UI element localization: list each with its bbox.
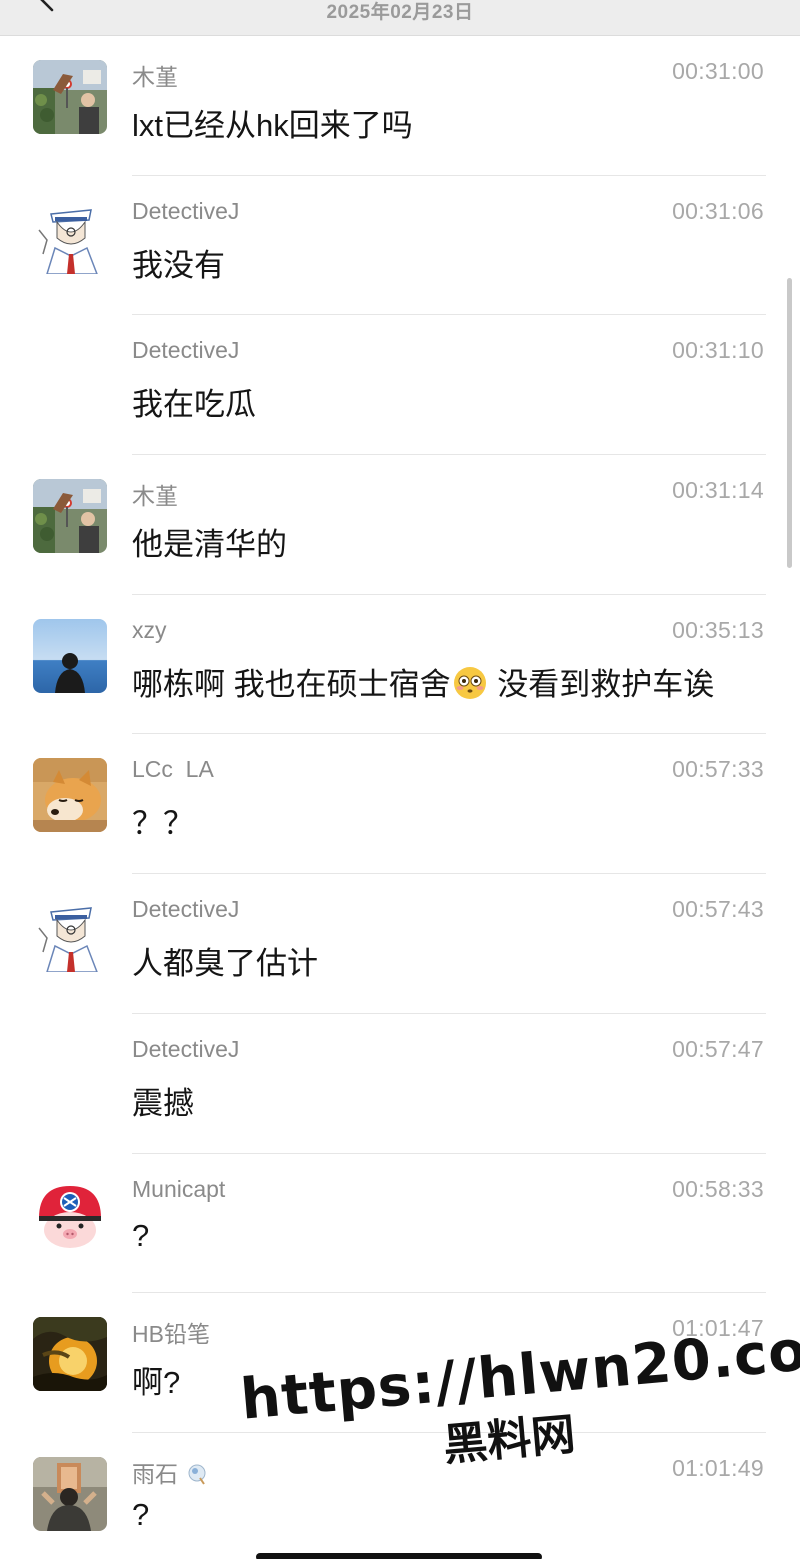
top-bar: 2025年02月23日 [0,0,800,36]
message-time: 00:31:10 [672,337,764,364]
sender-name: xzy [132,616,167,643]
message-text: 人都臭了估计 [132,946,318,982]
list-item[interactable]: DetectiveJ 00:31:06 我没有 [0,176,800,316]
list-item[interactable]: 木堇 00:31:00 lxt已经从hk回来了吗 [0,36,800,176]
message-text: 震撼 [132,1085,194,1121]
message-time: 00:57:47 [672,1035,764,1062]
chat-date: 2025年02月23日 [326,2,474,23]
list-item[interactable]: DetectiveJ 00:31:10 我在吃瓜 [0,315,800,456]
sender-name: LCc LA [132,756,214,783]
flushed-face-emoji [453,666,486,699]
sender-name: DetectiveJ [132,1035,240,1062]
sender-name: 雨石 [132,1455,210,1489]
message-text-part: 没看到救护车诶 [488,666,715,702]
list-item[interactable]: DetectiveJ 00:57:47 震撼 [0,1014,800,1154]
list-item[interactable]: LCc LA 00:57:33 ？？ [0,734,800,875]
message-text: 我没有 [132,247,225,283]
sender-name: 木堇 [132,483,178,510]
sender-name: HB铅笔 [132,1321,210,1348]
message-time: 00:35:13 [672,616,764,643]
blue-orb-icon [188,1464,206,1485]
message-time: 00:31:14 [672,477,764,504]
message-text: ? [132,1217,150,1253]
anime-detective-avatar[interactable] [33,898,107,973]
message-time: 00:31:00 [672,58,764,84]
message-text: 哪栋啊 我也在硕士宿舍 没看到救护车诶 [132,659,714,704]
message-time: 00:31:06 [672,197,764,224]
message-time: 00:58:33 [672,1175,764,1202]
message-time: 00:57:43 [672,896,764,923]
message-time: 00:57:33 [672,756,764,783]
list-item[interactable]: 木堇 00:31:14 他是清华的 [0,455,800,595]
list-item[interactable]: HB铅笔 01:01:47 啊? [0,1293,800,1433]
sender-name: Municapt [132,1175,226,1202]
sunset-tree-avatar[interactable] [33,1317,107,1392]
list-item[interactable]: Municapt 00:58:33 ? [0,1154,800,1294]
photo-avatar-mujin[interactable] [33,479,107,554]
sender-name: DetectiveJ [132,896,240,923]
scrollbar[interactable] [787,278,792,568]
anime-detective-avatar[interactable] [33,199,107,274]
message-text: lxt已经从hk回来了吗 [132,108,413,143]
message-list[interactable]: 木堇 00:31:00 lxt已经从hk回来了吗 DetectiveJ 00:3… [0,36,800,1559]
message-text: ？？ [132,806,194,842]
message-text: ? [132,1496,150,1532]
message-text: 他是清华的 [132,527,287,563]
sea-silhouette-avatar[interactable] [33,618,107,693]
message-time: 01:01:49 [672,1454,764,1481]
message-text-part: 哪栋啊 我也在硕士宿舍 [132,666,451,702]
pig-helmet-avatar[interactable] [33,1177,107,1252]
list-item[interactable]: DetectiveJ 00:57:43 人都臭了估计 [0,874,800,1014]
list-item[interactable]: xzy 00:35:13 哪栋啊 我也在硕士宿舍 没看到救护车诶 [0,595,800,735]
sender-name: DetectiveJ [132,197,240,224]
photo-avatar-mujin[interactable] [33,60,107,134]
sender-name-text: 雨石 [132,1460,178,1487]
shiba-dog-avatar[interactable] [33,758,107,833]
sender-name: DetectiveJ [132,337,240,364]
message-text: 啊? [132,1365,181,1401]
message-time: 01:01:47 [672,1315,764,1342]
home-indicator[interactable] [256,1553,542,1559]
list-item[interactable]: 雨石 01:01:49 ? [0,1433,800,1559]
sender-name: 木堇 [132,64,178,90]
person-photo-avatar[interactable] [33,1456,107,1531]
message-text: 我在吃瓜 [132,387,256,423]
